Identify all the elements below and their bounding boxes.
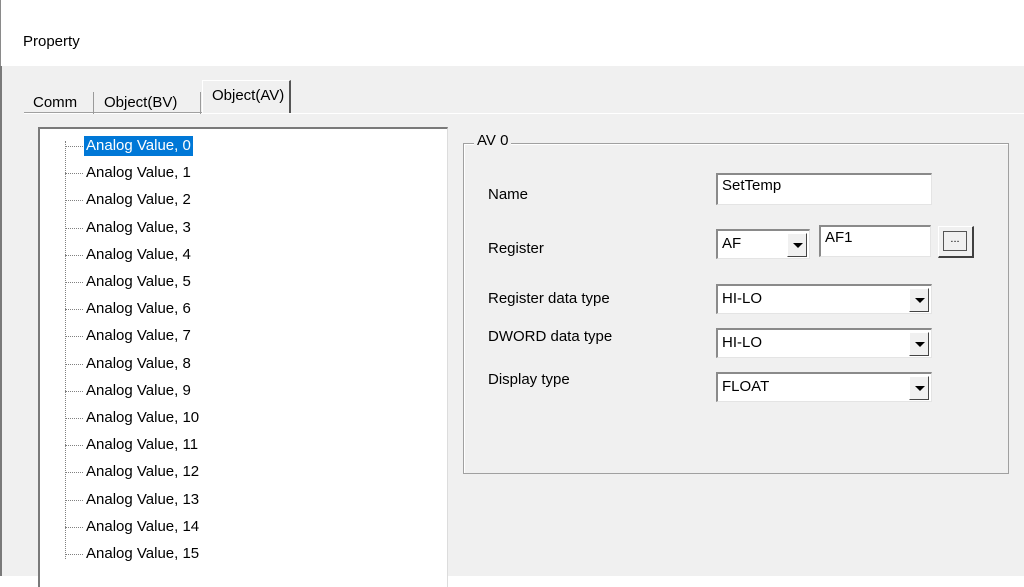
tree-item-label: Analog Value, 0	[84, 136, 193, 156]
tree-item-label: Analog Value, 14	[86, 517, 200, 535]
tree-connector	[65, 526, 83, 528]
display-type-value: FLOAT	[722, 378, 770, 395]
chevron-down-icon[interactable]	[909, 332, 929, 356]
dword-data-type-value: HI-LO	[722, 334, 763, 351]
tree-item[interactable]: Analog Value, 8	[40, 353, 340, 375]
register-type-select[interactable]: AF	[716, 229, 810, 259]
property-dialog: Property Comm Object(BV) Object(AV) Anal…	[0, 0, 1024, 587]
tree-connector	[65, 390, 83, 392]
tree-item-label: Analog Value, 8	[86, 354, 191, 372]
tree-item-label: Analog Value, 3	[86, 218, 191, 236]
groupbox-title: AV 0	[474, 132, 512, 149]
tree-connector	[65, 554, 83, 555]
tree-item-label: Analog Value, 1	[86, 164, 191, 182]
tree-item-label: Analog Value, 2	[86, 191, 191, 209]
dword-data-type-label: DWORD data type	[488, 328, 613, 345]
tree-item[interactable]: Analog Value, 5	[40, 271, 340, 293]
tree-connector	[65, 254, 83, 256]
tree-connector	[65, 227, 83, 229]
tree-connector	[65, 282, 83, 283]
title-bar: Property	[0, 0, 1024, 66]
tab-object-av[interactable]: Object(AV)	[202, 80, 292, 113]
register-label: Register	[488, 240, 544, 257]
tree-connector	[65, 363, 83, 365]
tree-item[interactable]: Analog Value, 1	[40, 162, 340, 184]
window-title: Property	[23, 33, 80, 50]
tree-item[interactable]: Analog Value, 15	[40, 543, 340, 565]
analog-value-tree[interactable]: Analog Value, 0 Analog Value, 1 Analog Val…	[38, 127, 448, 587]
tree-connector	[65, 309, 83, 311]
tree-item-label: Analog Value, 4	[86, 245, 191, 263]
dword-data-type-select[interactable]: HI-LO	[716, 328, 932, 358]
tree-item-label: Analog Value, 12	[86, 463, 200, 481]
tree-item-label: Analog Value, 5	[86, 273, 191, 290]
tree-item-label: Analog Value, 6	[86, 300, 191, 318]
tree-item-label: Analog Value, 15	[86, 545, 200, 562]
name-label: Name	[488, 186, 529, 203]
tree-connector	[65, 418, 83, 419]
tree-item[interactable]: Analog Value, 0	[40, 135, 340, 157]
tree-item[interactable]: Analog Value, 11	[40, 434, 340, 456]
tree-item[interactable]: Analog Value, 4	[40, 244, 340, 266]
tree-connector	[65, 499, 83, 501]
tree-item[interactable]: Analog Value, 13	[40, 489, 340, 511]
name-input[interactable]: SetTemp	[716, 173, 932, 205]
tree-connector	[65, 200, 83, 202]
display-type-label: Display type	[488, 371, 570, 388]
tree-item[interactable]: Analog Value, 10	[40, 407, 340, 429]
register-data-type-value: HI-LO	[722, 290, 763, 307]
tree-item[interactable]: Analog Value, 6	[40, 298, 340, 320]
tree-item[interactable]: Analog Value, 3	[40, 217, 340, 239]
tree-item-label: Analog Value, 9	[86, 381, 191, 399]
tree-item[interactable]: Analog Value, 9	[40, 380, 340, 402]
browse-button[interactable]: ...	[938, 226, 974, 258]
register-type-value: AF	[722, 235, 742, 252]
chevron-down-icon[interactable]	[909, 288, 929, 312]
tree-connector	[65, 173, 83, 175]
tree-item-label: Analog Value, 10	[86, 409, 200, 426]
register-data-type-select[interactable]: HI-LO	[716, 284, 932, 314]
register-data-type-label: Register data type	[488, 290, 610, 307]
chevron-down-icon[interactable]	[787, 233, 807, 257]
register-address-input[interactable]: AF1	[819, 225, 931, 257]
tree-item[interactable]: Analog Value, 14	[40, 516, 340, 538]
tree-item[interactable]: Analog Value, 12	[40, 461, 340, 483]
tab-separator	[93, 92, 94, 114]
tab-comm[interactable]: Comm	[26, 90, 84, 116]
ellipsis-icon: ...	[943, 231, 967, 251]
tree-connector	[65, 472, 83, 474]
tree-item[interactable]: Analog Value, 7	[40, 325, 340, 347]
tree-item-label: Analog Value, 11	[86, 436, 199, 454]
tree-item[interactable]: Analog Value, 2	[40, 189, 340, 211]
tree-connector	[65, 445, 83, 447]
tree-item-label: Analog Value, 13	[86, 490, 200, 508]
tab-separator	[200, 92, 201, 114]
display-type-select[interactable]: FLOAT	[716, 372, 932, 402]
tab-object-bv[interactable]: Object(BV)	[97, 90, 184, 116]
chevron-down-icon[interactable]	[909, 376, 929, 400]
tree-connector	[65, 146, 83, 147]
dialog-client-area: Comm Object(BV) Object(AV) Analog Value,…	[0, 66, 1024, 587]
tree-item-label: Analog Value, 7	[86, 327, 191, 345]
tree-connector	[65, 336, 83, 338]
